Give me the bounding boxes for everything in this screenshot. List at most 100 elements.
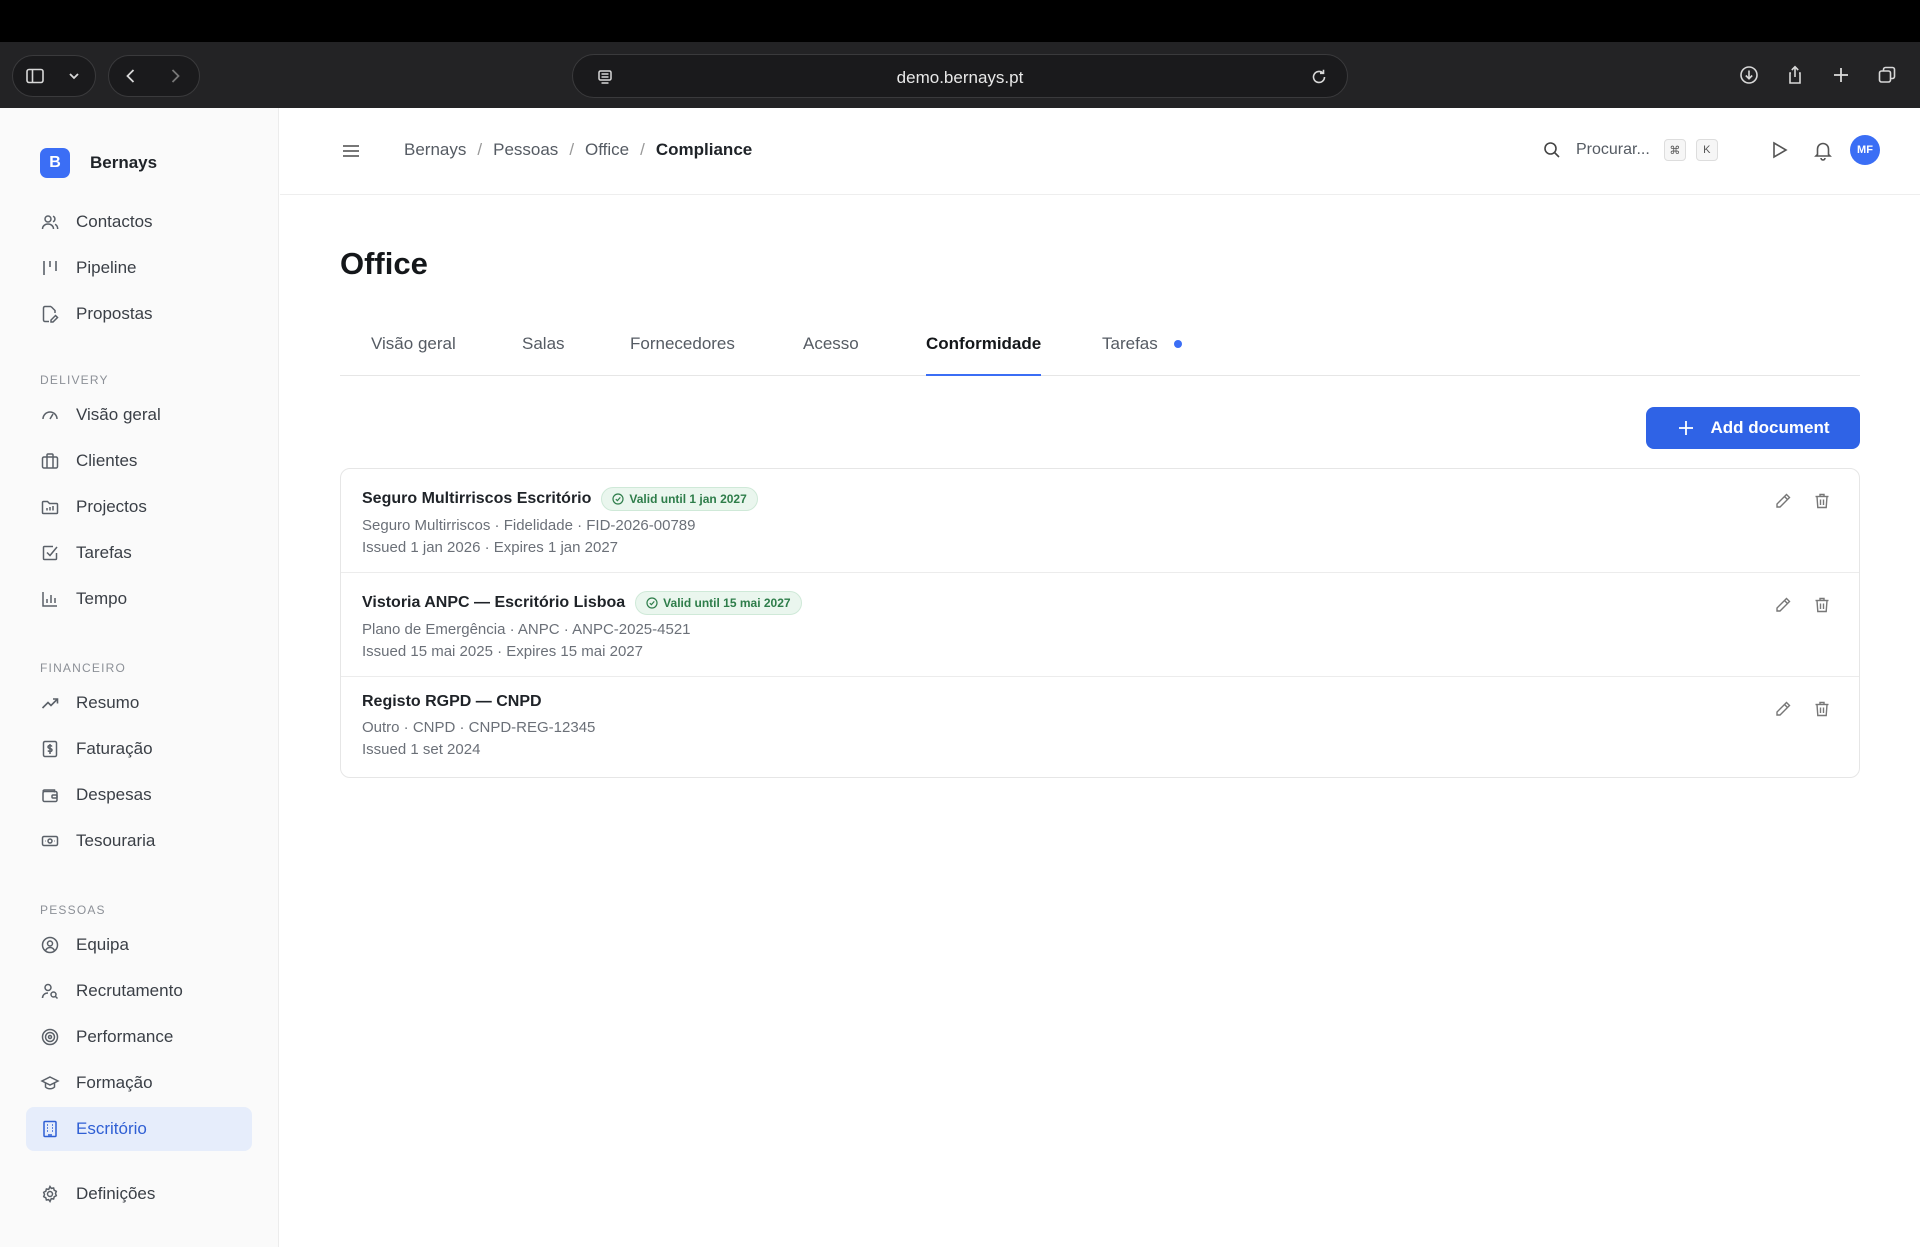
share-icon[interactable]: [1772, 55, 1818, 95]
document-meta: Seguro Multirriscos · Fidelidade · FID-2…: [362, 517, 696, 534]
sidebar-item-tarefas[interactable]: Tarefas: [26, 531, 252, 575]
document-dates: Issued 15 mai 2025 · Expires 15 mai 2027: [362, 643, 643, 660]
address-bar-url: demo.bernays.pt: [896, 68, 1024, 87]
tab-bar: Visão geral Salas Fornecedores Acesso Co…: [340, 318, 1860, 376]
back-arrow-icon[interactable]: [109, 56, 153, 96]
sidebar-item-label: Resumo: [76, 693, 140, 712]
search-button[interactable]: Procurar... ⌘ K: [1542, 139, 1718, 161]
sidebar-item-resumo[interactable]: Resumo: [26, 681, 252, 725]
tab-fornecedores[interactable]: Fornecedores: [630, 334, 735, 376]
sidebar-item-label: Visão geral: [76, 405, 161, 424]
breadcrumb-separator: /: [569, 140, 575, 159]
status-badge: Valid until 15 mai 2027: [635, 591, 802, 615]
tab-acesso[interactable]: Acesso: [803, 334, 859, 376]
document-title-line: Vistoria ANPC — Escritório Lisboa Valid …: [362, 591, 802, 615]
tab-tarefas[interactable]: Tarefas: [1102, 334, 1158, 376]
new-tab-icon[interactable]: [1818, 55, 1864, 95]
sidebar-item-tesouraria[interactable]: Tesouraria: [26, 819, 252, 863]
sidebar: B Bernays Contactos Pipeline Propostas D…: [0, 108, 279, 1247]
user-search-icon: [40, 981, 60, 1001]
gear-icon: [40, 1184, 60, 1204]
sidebar-item-projectos[interactable]: Projectos: [26, 485, 252, 529]
breadcrumb-item[interactable]: Office: [585, 140, 629, 160]
shield-check-icon: [612, 493, 624, 505]
sidebar-toggle-icon[interactable]: [13, 56, 57, 96]
status-badge-label: Valid until 15 mai 2027: [663, 596, 791, 610]
pencil-icon[interactable]: [1773, 491, 1793, 511]
tab-notification-dot: [1174, 340, 1182, 348]
play-icon[interactable]: [1768, 139, 1790, 161]
sidebar-item-tempo[interactable]: Tempo: [26, 577, 252, 621]
bell-icon[interactable]: [1812, 139, 1834, 161]
list-item[interactable]: Seguro Multirriscos Escritório Valid unt…: [341, 469, 1859, 573]
sidebar-item-visao-geral[interactable]: Visão geral: [26, 393, 252, 437]
list-item[interactable]: Vistoria ANPC — Escritório Lisboa Valid …: [341, 573, 1859, 677]
sidebar-item-label: Definições: [76, 1184, 156, 1203]
sidebar-item-label: Formação: [76, 1073, 153, 1092]
section-title-financeiro: FINANCEIRO: [40, 661, 127, 675]
address-bar[interactable]: demo.bernays.pt: [572, 54, 1348, 98]
sidebar-item-pipeline[interactable]: Pipeline: [26, 246, 252, 290]
pencil-icon[interactable]: [1773, 699, 1793, 719]
hamburger-menu-icon[interactable]: [340, 140, 362, 162]
list-item[interactable]: Registo RGPD — CNPD Outro · CNPD · CNPD-…: [341, 677, 1859, 777]
sidebar-item-equipa[interactable]: Equipa: [26, 923, 252, 967]
checkbox-icon: [40, 543, 60, 563]
page-title: Office: [340, 246, 428, 281]
reload-icon[interactable]: [1297, 57, 1341, 97]
breadcrumb-separator: /: [477, 140, 483, 159]
shield-check-icon: [646, 597, 658, 609]
sidebar-item-label: Faturação: [76, 739, 153, 758]
brand[interactable]: B Bernays: [40, 148, 157, 178]
sidebar-item-definicoes[interactable]: Definições: [26, 1172, 252, 1216]
app-header: Bernays / Pessoas / Office / Compliance …: [280, 108, 1920, 195]
system-top-bar: [0, 0, 1920, 42]
tab-visao-geral[interactable]: Visão geral: [371, 334, 456, 376]
forward-arrow-icon[interactable]: [153, 56, 197, 96]
sidebar-item-clientes[interactable]: Clientes: [26, 439, 252, 483]
sidebar-item-contactos[interactable]: Contactos: [26, 200, 252, 244]
breadcrumb-item[interactable]: Pessoas: [493, 140, 558, 160]
shortcut-key: K: [1695, 139, 1718, 161]
sidebar-item-faturacao[interactable]: Faturação: [26, 727, 252, 771]
sidebar-item-propostas[interactable]: Propostas: [26, 292, 252, 336]
trash-icon[interactable]: [1812, 595, 1832, 615]
trash-icon[interactable]: [1812, 491, 1832, 511]
document-list: Seguro Multirriscos Escritório Valid unt…: [340, 468, 1860, 778]
sidebar-item-label: Recrutamento: [76, 981, 183, 1000]
tab-conformidade[interactable]: Conformidade: [926, 334, 1042, 376]
add-document-button[interactable]: Add document: [1646, 407, 1860, 449]
plus-icon: [1677, 419, 1695, 437]
browser-actions: [1726, 55, 1910, 95]
chevron-down-icon[interactable]: [57, 56, 91, 96]
document-dates: Issued 1 set 2024: [362, 741, 481, 758]
target-icon: [40, 1027, 60, 1047]
users-icon: [40, 212, 60, 232]
breadcrumb-current: Compliance: [655, 140, 753, 159]
pencil-icon[interactable]: [1773, 595, 1793, 615]
tab-salas[interactable]: Salas: [522, 334, 565, 376]
sidebar-item-label: Despesas: [76, 785, 152, 804]
sidebar-item-performance[interactable]: Performance: [26, 1015, 252, 1059]
sidebar-item-escritorio[interactable]: Escritório: [26, 1107, 252, 1151]
trash-icon[interactable]: [1812, 699, 1832, 719]
breadcrumb-item[interactable]: Bernays: [404, 140, 466, 160]
tab-overview-icon[interactable]: [1864, 55, 1910, 95]
sidebar-item-label: Pipeline: [76, 258, 137, 277]
avatar[interactable]: MF: [1850, 135, 1880, 165]
breadcrumb: Bernays / Pessoas / Office / Compliance: [404, 140, 752, 160]
sidebar-item-label: Equipa: [76, 935, 129, 954]
status-badge-label: Valid until 1 jan 2027: [629, 492, 747, 506]
sidebar-item-label: Performance: [76, 1027, 174, 1046]
search-icon: [1542, 140, 1562, 160]
document-title: Seguro Multirriscos Escritório: [362, 490, 592, 507]
status-badge: Valid until 1 jan 2027: [601, 487, 758, 511]
sidebar-item-recrutamento[interactable]: Recrutamento: [26, 969, 252, 1013]
brand-name: Bernays: [90, 153, 158, 172]
sidebar-item-label: Contactos: [76, 212, 153, 231]
sidebar-item-formacao[interactable]: Formação: [26, 1061, 252, 1105]
download-icon[interactable]: [1726, 55, 1772, 95]
sidebar-item-despesas[interactable]: Despesas: [26, 773, 252, 817]
sidebar-item-label: Tesouraria: [76, 831, 156, 850]
document-title: Registo RGPD — CNPD: [362, 693, 542, 710]
